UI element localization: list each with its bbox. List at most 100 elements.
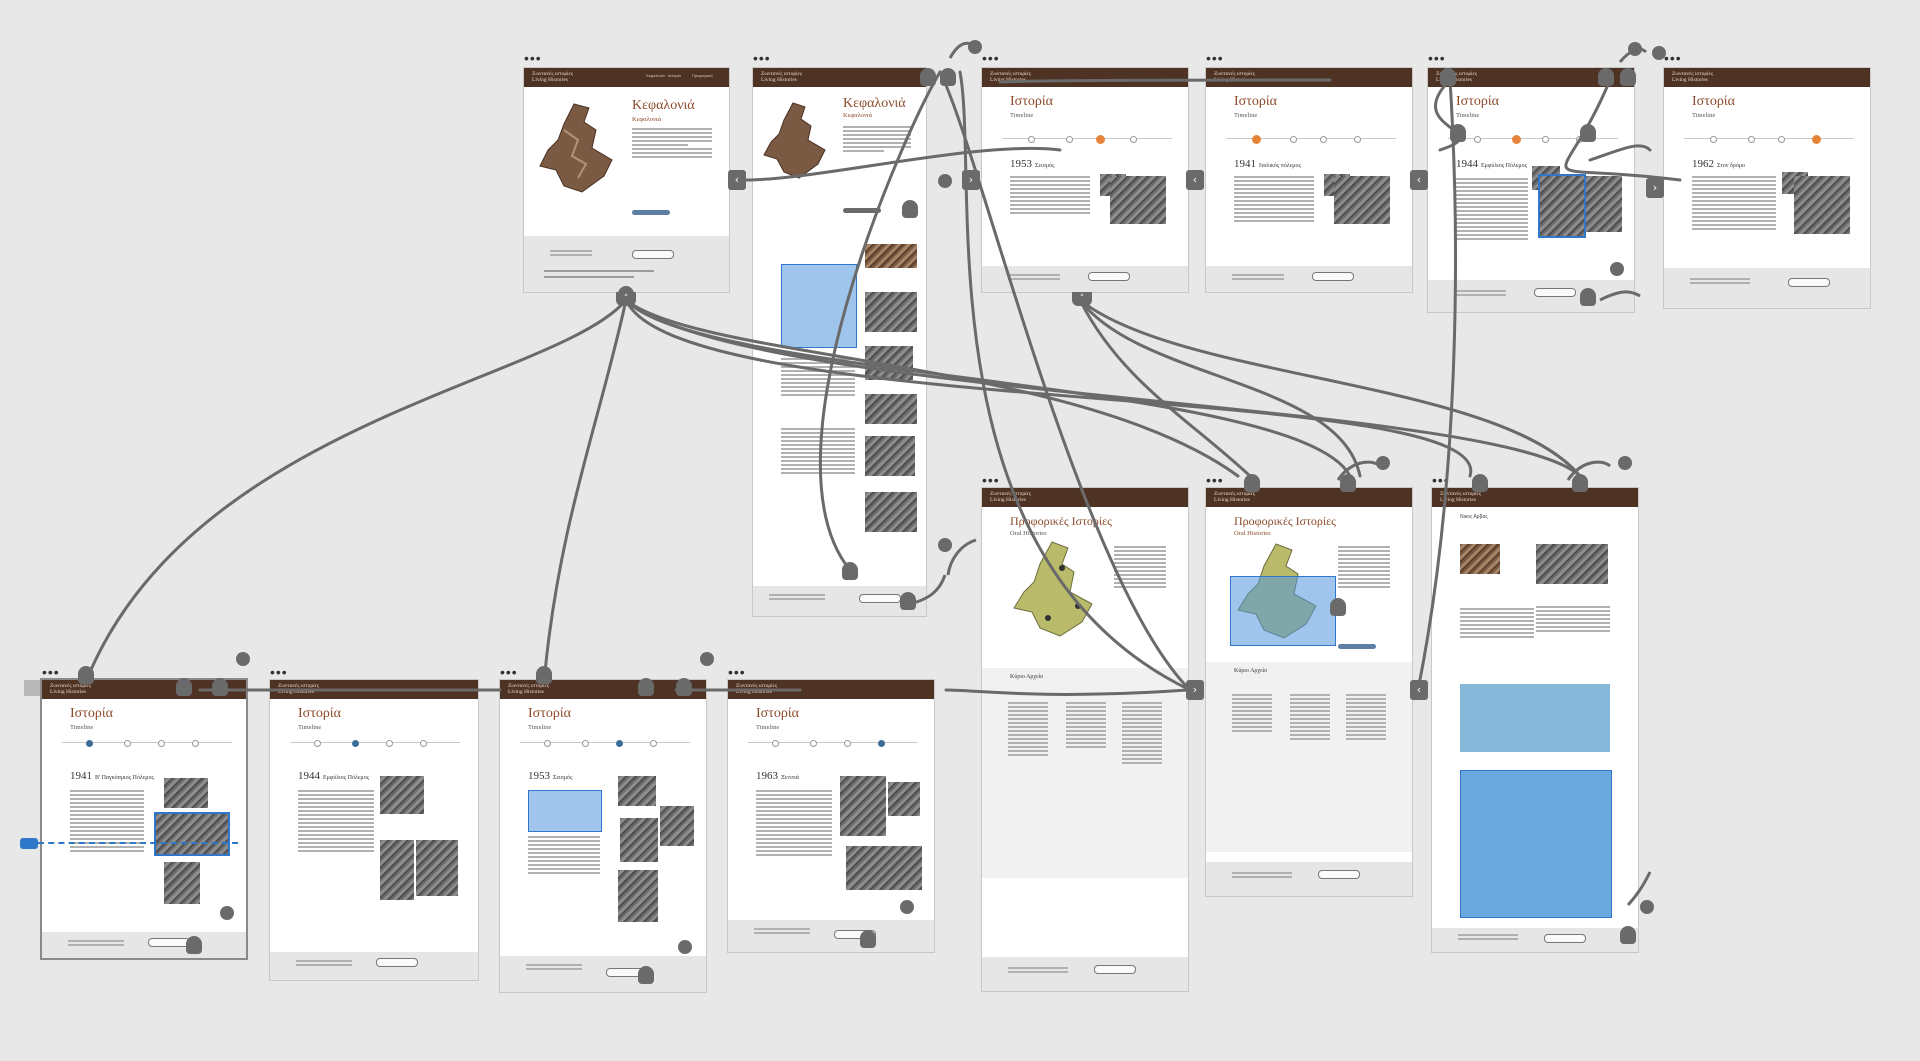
map-action-button[interactable] (1338, 644, 1376, 649)
next-screen-button[interactable]: › (962, 170, 980, 190)
timeline-dot[interactable] (1130, 136, 1137, 143)
timeline-dot-active[interactable] (616, 740, 623, 747)
timeline-dot[interactable] (810, 740, 817, 747)
link-knob[interactable] (938, 174, 952, 188)
prev-screen-button[interactable]: ‹ (728, 170, 746, 190)
archive-photo-selected[interactable] (1538, 174, 1586, 238)
artboard-kefalonia[interactable]: Ζωντανές ιστορίες Living Histories Κεφαλο… (524, 68, 729, 292)
link-handle[interactable] (900, 592, 916, 610)
timeline-dot[interactable] (544, 740, 551, 747)
timeline-dot[interactable] (1354, 136, 1361, 143)
video-placeholder[interactable] (1460, 684, 1610, 752)
link-handle[interactable] (676, 678, 692, 696)
timeline-dot-active[interactable] (878, 740, 885, 747)
prev-screen-button[interactable]: ‹ (1410, 170, 1428, 190)
link-handle[interactable] (638, 966, 654, 984)
footer-button[interactable] (148, 938, 190, 947)
link-knob[interactable] (678, 940, 692, 954)
artboard-kefalonia-scroll[interactable]: Ζωντανές ιστορίες Living Histories Κεφαλο… (753, 68, 926, 616)
timeline-dot-active[interactable] (1512, 135, 1521, 144)
link-knob[interactable] (1640, 900, 1654, 914)
artboard-menu-icon[interactable]: ••• (753, 51, 771, 65)
artboard-timeline-1944[interactable]: Ζωντανές ιστορίεςLiving Histories Ιστορί… (1428, 68, 1634, 312)
timeline-dot[interactable] (192, 740, 199, 747)
link-handle[interactable] (1450, 124, 1466, 142)
footer-button[interactable] (632, 250, 674, 259)
footer-button[interactable] (1544, 934, 1586, 943)
link-handle[interactable] (1330, 598, 1346, 616)
link-knob[interactable] (236, 652, 250, 666)
timeline-dot[interactable] (1028, 136, 1035, 143)
artboard-menu-icon[interactable]: ••• (42, 665, 60, 679)
link-handle[interactable] (1472, 474, 1488, 492)
link-knob[interactable] (1610, 262, 1624, 276)
next-screen-button[interactable]: › (1646, 178, 1664, 198)
timeline-dot[interactable] (158, 740, 165, 747)
timeline-dot[interactable] (1066, 136, 1073, 143)
timeline-dot[interactable] (386, 740, 393, 747)
read-more-button[interactable] (843, 208, 881, 213)
timeline-dot-active[interactable] (86, 740, 93, 747)
link-knob[interactable] (900, 900, 914, 914)
link-handle[interactable] (920, 68, 936, 86)
link-handle[interactable] (1580, 124, 1596, 142)
footer-button[interactable] (1094, 965, 1136, 974)
footer-button[interactable] (1318, 870, 1360, 879)
artboard-oral-history-detail[interactable]: Ζωντανές ιστορίες Living Histories Νικος … (1432, 488, 1638, 952)
timeline-dot-active[interactable] (1096, 135, 1105, 144)
archive-photo-selected[interactable] (154, 812, 230, 856)
timeline-dot[interactable] (314, 740, 321, 747)
link-handle[interactable] (842, 562, 858, 580)
link-knob[interactable] (1652, 46, 1666, 60)
artboard-anchor[interactable] (24, 680, 40, 696)
link-handle[interactable] (212, 678, 228, 696)
link-handle[interactable] (940, 68, 956, 86)
timeline-dot[interactable] (1748, 136, 1755, 143)
prototype-canvas[interactable]: ••• Ζωντανές ιστορίες Living Histories Κε… (0, 0, 1920, 1061)
footer-button[interactable] (1534, 288, 1576, 297)
link-handle[interactable] (1340, 474, 1356, 492)
link-handle[interactable] (1440, 68, 1456, 86)
link-knob[interactable] (1376, 456, 1390, 470)
artboard-menu-icon[interactable]: ••• (1428, 51, 1446, 65)
timeline-dot[interactable] (582, 740, 589, 747)
prev-screen-button[interactable]: ‹ (1410, 680, 1428, 700)
nav-item[interactable]: Κεφαλονιά (646, 73, 665, 78)
link-handle[interactable] (1598, 68, 1614, 86)
timeline-dot[interactable] (1542, 136, 1549, 143)
link-handle[interactable] (860, 930, 876, 948)
link-handle[interactable] (176, 678, 192, 696)
artboard-timeline-1953[interactable]: Ζωντανές ιστορίες Living Histories Ιστορί… (982, 68, 1188, 292)
timeline-dot[interactable] (844, 740, 851, 747)
artboard-menu-icon[interactable]: ••• (524, 51, 542, 65)
next-screen-button[interactable]: › (1186, 680, 1204, 700)
artboard-menu-icon[interactable]: ••• (1664, 51, 1682, 65)
footer-button[interactable] (1088, 272, 1130, 281)
link-knob[interactable] (700, 652, 714, 666)
scroll-position-handle[interactable] (20, 838, 38, 849)
timeline-dot[interactable] (772, 740, 779, 747)
link-knob[interactable] (968, 40, 982, 54)
oral-history-map[interactable] (1008, 538, 1098, 638)
artboard-menu-icon[interactable]: ••• (982, 473, 1000, 487)
artboard-menu-icon[interactable]: ••• (1432, 473, 1450, 487)
artboard-menu-icon[interactable]: ••• (982, 51, 1000, 65)
link-handle[interactable] (902, 200, 918, 218)
artboard-timeline-1941-bottom[interactable]: Ζωντανές ιστορίες Living Histories Ιστορί… (42, 680, 246, 958)
timeline-dot[interactable] (1320, 136, 1327, 143)
footer-button[interactable] (1788, 278, 1830, 287)
artboard-oral-histories[interactable]: Ζωντανές ιστορίες Living Histories Προφορ… (982, 488, 1188, 991)
timeline-dot[interactable] (1290, 136, 1297, 143)
selected-transcript-block[interactable] (1460, 770, 1612, 918)
artboard-menu-icon[interactable]: ••• (500, 665, 518, 679)
artboard-menu-icon[interactable]: ••• (270, 665, 288, 679)
selected-text-block[interactable] (528, 790, 602, 832)
timeline-dot[interactable] (124, 740, 131, 747)
link-handle[interactable] (78, 666, 94, 684)
selected-map-region[interactable] (1230, 576, 1336, 646)
timeline-dot-active[interactable] (1812, 135, 1821, 144)
link-handle[interactable] (1244, 474, 1260, 492)
nav-item[interactable]: Προφορικές (692, 73, 713, 78)
footer-button[interactable] (1312, 272, 1354, 281)
artboard-timeline-1941[interactable]: Ζωντανές ιστορίες Living Histories Ιστορί… (1206, 68, 1412, 292)
